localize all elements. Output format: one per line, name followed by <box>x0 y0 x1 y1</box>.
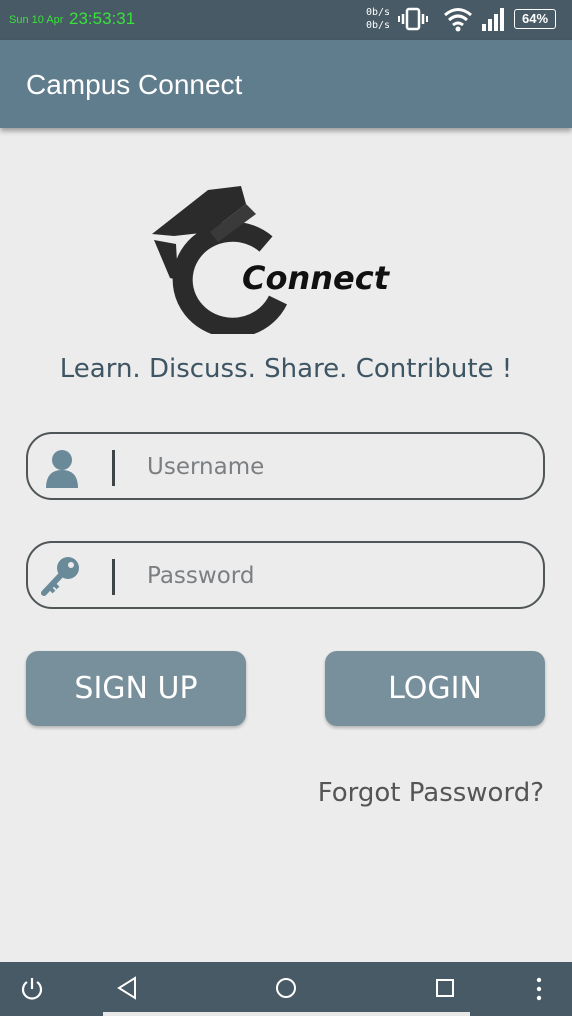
login-button[interactable]: LOGIN <box>325 651 545 726</box>
user-icon <box>44 448 80 492</box>
network-speed: 0b/s 0b/s <box>366 6 390 32</box>
username-input[interactable] <box>145 446 529 488</box>
home-icon[interactable] <box>274 976 298 1004</box>
network-speed-down: 0b/s <box>366 20 391 31</box>
signal-icon <box>480 6 506 36</box>
app-title: Campus Connect <box>26 69 243 100</box>
gesture-handle <box>103 1012 470 1016</box>
graduation-cap-icon <box>152 186 287 338</box>
app-bar: Campus Connect <box>0 40 572 128</box>
more-icon[interactable] <box>532 976 546 1006</box>
status-time: 23:53:31 <box>69 9 136 28</box>
signup-button[interactable]: SIGN UP <box>26 651 246 726</box>
network-speed-up: 0b/s <box>366 7 391 18</box>
username-field[interactable] <box>26 432 545 500</box>
recents-icon[interactable] <box>434 976 456 1004</box>
power-icon[interactable] <box>20 976 44 1006</box>
app-logo <box>148 182 393 338</box>
status-date: Sun 10 Apr <box>9 14 64 26</box>
battery-icon: 64% <box>514 9 556 29</box>
logo-text: Connect <box>242 259 389 297</box>
forgot-password-link[interactable]: Forgot Password? <box>318 778 544 808</box>
key-icon <box>40 555 82 601</box>
vibrate-icon <box>398 6 428 36</box>
field-separator <box>112 559 115 595</box>
navigation-bar <box>0 962 572 1016</box>
tagline: Learn. Discuss. Share. Contribute ! <box>59 354 513 384</box>
status-bar: Sun 10 Apr 23:53:31 0b/s 0b/s 64% <box>0 0 572 40</box>
back-icon[interactable] <box>116 976 138 1004</box>
wifi-icon <box>443 6 473 36</box>
password-field[interactable] <box>26 541 545 609</box>
password-input[interactable] <box>145 555 529 597</box>
field-separator <box>112 450 115 486</box>
